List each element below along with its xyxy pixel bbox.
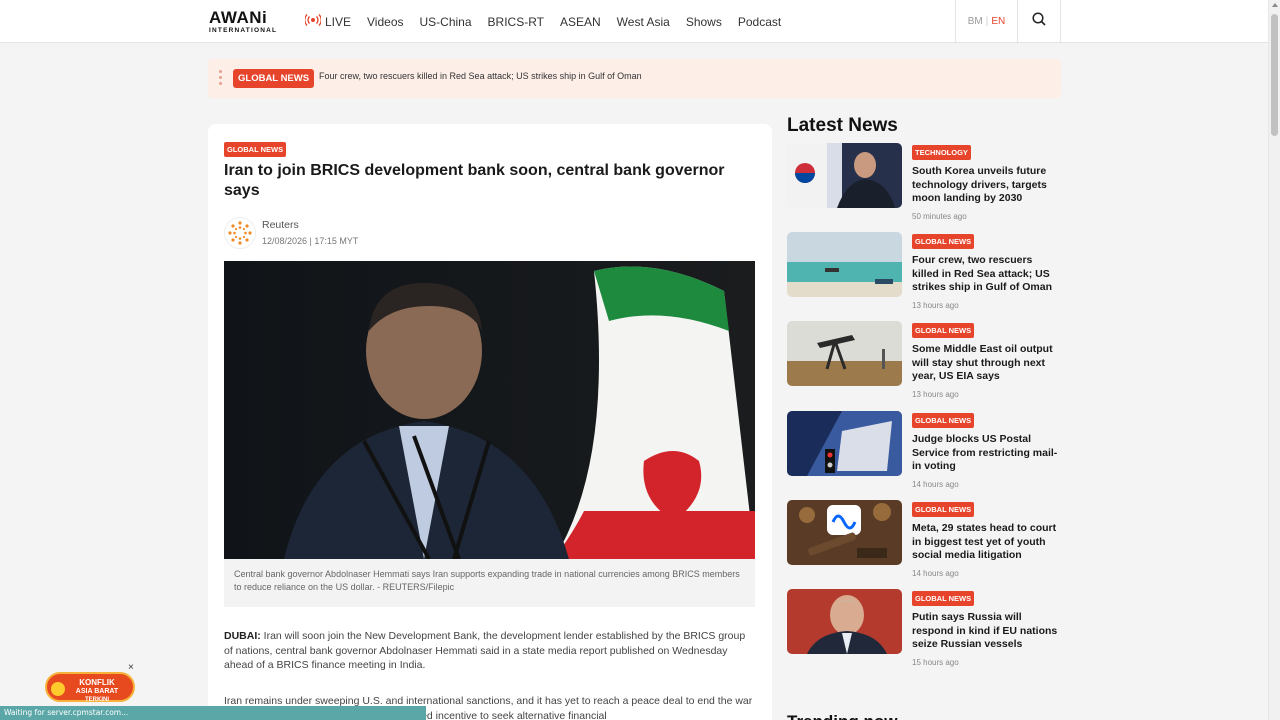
news-headline[interactable]: Some Middle East oil output will stay sh… [912, 343, 1062, 384]
news-headline[interactable]: Four crew, two rescuers killed in Red Se… [912, 254, 1062, 295]
lang-en[interactable]: EN [991, 16, 1005, 27]
nav-west-asia[interactable]: West Asia [617, 15, 670, 29]
image-caption: Central bank governor Abdolnaser Hemmati… [224, 559, 755, 607]
search-icon [1032, 12, 1046, 31]
article-hero-image [224, 261, 755, 559]
latest-news-item[interactable]: GLOBAL NEWS Putin says Russia will respo… [787, 589, 1062, 671]
news-category-badge[interactable]: TECHNOLOGY [912, 145, 971, 160]
scroll-up-arrow-icon[interactable] [1272, 3, 1278, 7]
news-thumbnail[interactable] [787, 321, 902, 386]
news-thumbnail[interactable] [787, 143, 902, 208]
nav-videos[interactable]: Videos [367, 15, 403, 29]
news-headline[interactable]: Judge blocks US Postal Service from rest… [912, 433, 1062, 474]
nav-shows[interactable]: Shows [686, 15, 722, 29]
nav-brics-rt[interactable]: BRICS-RT [488, 15, 544, 29]
article-title: Iran to join BRICS development bank soon… [224, 162, 725, 199]
news-headline[interactable]: Putin says Russia will respond in kind i… [912, 611, 1062, 652]
news-category-badge[interactable]: GLOBAL NEWS [912, 234, 975, 249]
close-icon[interactable]: × [128, 662, 134, 673]
breaking-news-ticker[interactable]: GLOBAL NEWS Four crew, two rescuers kill… [208, 59, 1061, 98]
latest-news-item[interactable]: GLOBAL NEWS Meta, 29 states head to cour… [787, 500, 1062, 582]
scrollbar-thumb[interactable] [1271, 14, 1278, 136]
site-logo[interactable]: AWANi INTERNATIONAL [209, 9, 283, 35]
main-nav: LIVE Videos US-China BRICS-RT ASEAN West… [304, 0, 797, 43]
drag-handle-icon [219, 70, 222, 88]
news-time: 15 hours ago [912, 658, 959, 667]
nav-podcast[interactable]: Podcast [738, 15, 781, 29]
news-category-badge[interactable]: GLOBAL NEWS [912, 413, 975, 428]
lightning-icon [51, 682, 65, 696]
news-thumbnail[interactable] [787, 232, 902, 297]
news-thumbnail[interactable] [787, 589, 902, 654]
latest-news-item[interactable]: GLOBAL NEWS Some Middle East oil output … [787, 321, 1062, 403]
news-thumbnail[interactable] [787, 500, 902, 565]
news-category-badge[interactable]: GLOBAL NEWS [912, 323, 975, 338]
latest-news-item[interactable]: GLOBAL NEWS Four crew, two rescuers kill… [787, 232, 1062, 314]
ticker-headline[interactable]: Four crew, two rescuers killed in Red Se… [319, 71, 642, 81]
news-time: 14 hours ago [912, 569, 959, 578]
news-category-badge[interactable]: GLOBAL NEWS [912, 591, 975, 606]
ticker-badge: GLOBAL NEWS [233, 69, 315, 88]
latest-news-item[interactable]: TECHNOLOGY South Korea unveils future te… [787, 143, 1062, 225]
news-headline[interactable]: Meta, 29 states head to court in biggest… [912, 522, 1062, 563]
news-category-badge[interactable]: GLOBAL NEWS [912, 502, 975, 517]
browser-status-bar: Waiting for server.cpmstar.com... [0, 706, 426, 720]
nav-asean[interactable]: ASEAN [560, 15, 601, 29]
lang-separator: | [985, 16, 989, 27]
reuters-logo-icon [224, 217, 256, 249]
ad-banner[interactable]: KONFLIK ASIA BARAT TERKINI [45, 672, 135, 703]
language-switcher: BM | EN [955, 0, 1018, 43]
article-paragraph-1: DUBAI: Iran will soon join the New Devel… [224, 630, 746, 671]
broadcast-icon [304, 14, 322, 29]
floating-ad[interactable]: × KONFLIK ASIA BARAT TERKINI [45, 662, 135, 704]
latest-news-item[interactable]: GLOBAL NEWS Judge blocks US Postal Servi… [787, 411, 1062, 493]
latest-news-title: Latest News [787, 115, 898, 136]
news-time: 50 minutes ago [912, 212, 967, 221]
page-scrollbar[interactable] [1268, 0, 1280, 720]
trending-title: Trending now [787, 712, 898, 720]
lang-bm[interactable]: BM [968, 16, 983, 27]
article-card: GLOBAL NEWS Iran to join BRICS developme… [208, 124, 772, 720]
news-time: 13 hours ago [912, 301, 959, 310]
news-time: 13 hours ago [912, 390, 959, 399]
news-thumbnail[interactable] [787, 411, 902, 476]
article-date: 12/08/2026 | 17:15 MYT [262, 236, 359, 246]
article-author[interactable]: Reuters [262, 219, 299, 231]
news-time: 14 hours ago [912, 480, 959, 489]
nav-us-china[interactable]: US-China [420, 15, 472, 29]
search-button[interactable] [1018, 0, 1061, 43]
article-category-badge[interactable]: GLOBAL NEWS [224, 142, 287, 157]
nav-live[interactable]: LIVE [304, 14, 351, 29]
site-header: AWANi INTERNATIONAL LIVE Videos US-China… [0, 0, 1268, 43]
news-headline[interactable]: South Korea unveils future technology dr… [912, 165, 1062, 206]
